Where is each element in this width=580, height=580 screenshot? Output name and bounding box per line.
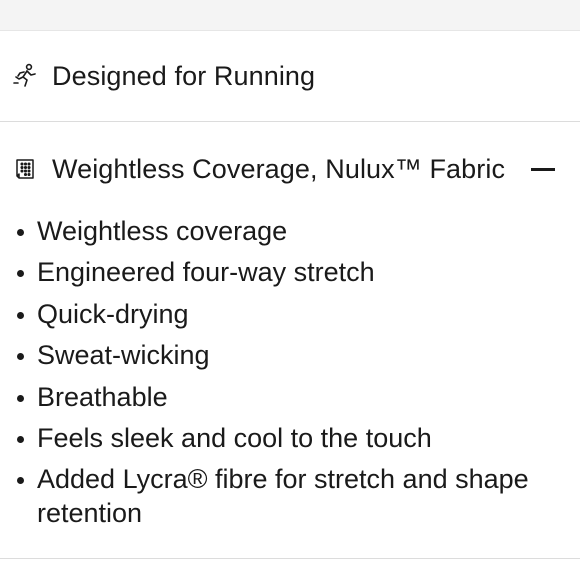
fabric-swatch-icon xyxy=(12,156,38,182)
bullet xyxy=(17,435,24,443)
feature-text: Engineered four-way stretch xyxy=(37,257,375,288)
bullet xyxy=(17,394,24,402)
list-item: Added Lycra® fibre for stretch and shape… xyxy=(0,462,580,530)
bullet xyxy=(17,477,24,485)
feature-text: Feels sleek and cool to the touch xyxy=(37,422,432,453)
feature-text: Added Lycra® fibre for stretch and shape… xyxy=(37,464,529,529)
divider xyxy=(0,558,580,559)
list-item: Feels sleek and cool to the touch xyxy=(0,421,580,455)
list-item: Quick-drying xyxy=(0,297,580,331)
section-fabric[interactable]: Weightless Coverage, Nulux™ Fabric xyxy=(0,146,580,192)
minus-bar xyxy=(531,167,555,171)
running-person-icon xyxy=(12,63,38,89)
top-band xyxy=(0,0,580,30)
feature-text: Weightless coverage xyxy=(37,216,288,246)
bullet xyxy=(17,229,24,236)
bullet xyxy=(17,353,24,361)
section-label: Weightless Coverage, Nulux™ Fabric xyxy=(52,153,506,184)
list-item: Weightless coverage xyxy=(0,214,580,248)
bullet xyxy=(17,311,24,319)
section-designed-for-running[interactable]: Designed for Running xyxy=(0,30,580,122)
list-item: Breathable xyxy=(0,380,580,414)
list-item: Sweat-wicking xyxy=(0,338,580,372)
minus-collapse-icon[interactable] xyxy=(530,156,556,182)
feature-text: Breathable xyxy=(37,381,168,412)
section-label: Designed for Running xyxy=(52,60,316,91)
list-item: Engineered four-way stretch xyxy=(0,255,580,289)
feature-text: Quick-drying xyxy=(37,298,189,329)
feature-text: Sweat-wicking xyxy=(37,340,210,371)
bullet xyxy=(17,270,24,278)
feature-list: Weightless coverage Engineered four-way … xyxy=(0,214,580,538)
